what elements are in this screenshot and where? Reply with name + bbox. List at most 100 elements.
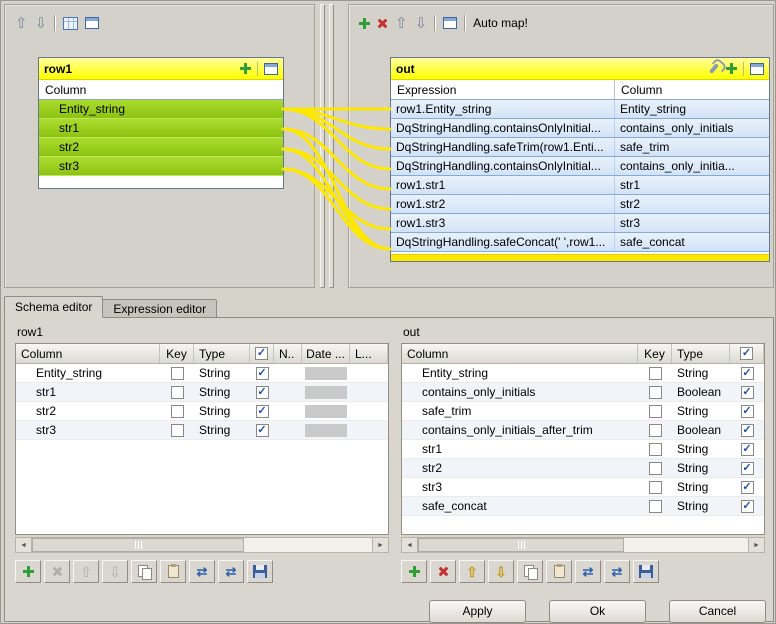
expression-cell[interactable]: row1.str1	[391, 176, 615, 194]
nullable-cell[interactable]: ✓	[730, 402, 764, 420]
output-row[interactable]: DqStringHandling.containsOnlyInitial... …	[391, 157, 769, 176]
vertical-splitter[interactable]	[329, 4, 334, 288]
checkbox-unchecked[interactable]	[171, 405, 184, 418]
move-up-icon[interactable]: ⇧	[395, 16, 408, 31]
type-cell[interactable]: String	[194, 383, 250, 401]
column-name-cell[interactable]: str3	[16, 421, 160, 439]
move-up-icon[interactable]: ⇧	[15, 16, 28, 31]
type-cell[interactable]: String	[194, 421, 250, 439]
column-cell[interactable]: contains_only_initials	[615, 119, 769, 137]
checkbox-checked[interactable]: ✓	[741, 386, 754, 399]
remove-column-button[interactable]	[44, 560, 70, 583]
output-row[interactable]: row1.Entity_string Entity_string	[391, 100, 769, 119]
type-cell[interactable]: String	[672, 440, 730, 458]
schema-row[interactable]: str1 String ✓	[402, 440, 764, 459]
add-column-button[interactable]	[15, 560, 41, 583]
checkbox-checked[interactable]: ✓	[256, 424, 269, 437]
column-name-cell[interactable]: safe_concat	[402, 497, 638, 515]
header-nullable-checkbox[interactable]: ✓	[730, 344, 764, 363]
export-schema-button[interactable]: ⇄	[604, 560, 630, 583]
output-row[interactable]: row1.str1 str1	[391, 176, 769, 195]
nullable-cell[interactable]: ✓	[250, 364, 274, 382]
checkbox-checked[interactable]: ✓	[255, 347, 268, 360]
expression-cell[interactable]: DqStringHandling.containsOnlyInitial...	[391, 157, 615, 175]
checkbox-checked[interactable]: ✓	[741, 367, 754, 380]
header-type[interactable]: Type	[672, 344, 730, 363]
checkbox-checked[interactable]: ✓	[741, 405, 754, 418]
checkbox-checked[interactable]: ✓	[741, 462, 754, 475]
column-cell[interactable]: safe_concat	[615, 233, 769, 251]
column-cell[interactable]: str1	[615, 176, 769, 194]
save-schema-button[interactable]	[247, 560, 273, 583]
import-schema-button[interactable]: ⇄	[575, 560, 601, 583]
remove-column-button[interactable]	[430, 560, 456, 583]
scrollbar-track[interactable]	[624, 538, 748, 552]
nullable-cell[interactable]: ✓	[250, 421, 274, 439]
type-cell[interactable]: Boolean	[672, 421, 730, 439]
key-cell[interactable]	[638, 459, 672, 477]
apply-button[interactable]: Apply	[429, 600, 526, 623]
ok-button[interactable]: Ok	[549, 600, 646, 623]
key-cell[interactable]	[638, 421, 672, 439]
auto-map-button[interactable]: Auto map!	[473, 16, 528, 30]
vertical-splitter[interactable]	[320, 4, 325, 288]
move-down-icon[interactable]: ⇩	[35, 16, 48, 31]
nullable-cell[interactable]: ✓	[250, 402, 274, 420]
add-output-icon[interactable]	[359, 18, 370, 29]
schema-row[interactable]: contains_only_initials_after_trim Boolea…	[402, 421, 764, 440]
schema-row[interactable]: Entity_string String ✓	[16, 364, 388, 383]
type-cell[interactable]: String	[672, 459, 730, 477]
scroll-right-icon[interactable]: ►	[748, 538, 764, 552]
move-down-button[interactable]: ⇩	[488, 560, 514, 583]
header-nullable[interactable]: N..	[274, 344, 302, 363]
checkbox-checked[interactable]: ✓	[741, 481, 754, 494]
checkbox-unchecked[interactable]	[171, 367, 184, 380]
checkbox-unchecked[interactable]	[649, 481, 662, 494]
column-name-cell[interactable]: str2	[16, 402, 160, 420]
column-name-cell[interactable]: str3	[402, 478, 638, 496]
output-row[interactable]: DqStringHandling.safeConcat(' ',row1... …	[391, 233, 769, 252]
scroll-left-icon[interactable]: ◄	[402, 538, 418, 552]
header-date-pattern[interactable]: Date ...	[302, 344, 350, 363]
add-icon[interactable]	[726, 63, 737, 74]
schema-row[interactable]: Entity_string String ✓	[402, 364, 764, 383]
checkbox-checked[interactable]: ✓	[741, 443, 754, 456]
checkbox-checked[interactable]: ✓	[741, 500, 754, 513]
key-cell[interactable]	[160, 364, 194, 382]
schema-row[interactable]: safe_concat String ✓	[402, 497, 764, 516]
key-cell[interactable]	[638, 440, 672, 458]
input-row[interactable]: Entity_string	[39, 100, 283, 119]
column-cell[interactable]: safe_trim	[615, 138, 769, 156]
expression-cell[interactable]: row1.str2	[391, 195, 615, 213]
column-cell[interactable]: str3	[615, 214, 769, 232]
minimize-table-icon[interactable]	[750, 63, 764, 75]
column-cell[interactable]: str2	[615, 195, 769, 213]
checkbox-unchecked[interactable]	[649, 424, 662, 437]
checkbox-checked[interactable]: ✓	[740, 347, 753, 360]
cancel-button[interactable]: Cancel	[669, 600, 766, 623]
column-name-cell[interactable]: str1	[16, 383, 160, 401]
key-cell[interactable]	[638, 478, 672, 496]
key-cell[interactable]	[638, 497, 672, 515]
type-cell[interactable]: Boolean	[672, 383, 730, 401]
column-name-cell[interactable]: Entity_string	[402, 364, 638, 382]
minimize-window-icon[interactable]	[443, 17, 457, 29]
add-icon[interactable]	[240, 63, 251, 74]
header-key[interactable]: Key	[638, 344, 672, 363]
add-column-button[interactable]	[401, 560, 427, 583]
key-cell[interactable]	[160, 383, 194, 401]
save-schema-button[interactable]	[633, 560, 659, 583]
expression-cell[interactable]: DqStringHandling.safeConcat(' ',row1...	[391, 233, 615, 251]
schema-row[interactable]: str3 String ✓	[16, 421, 388, 440]
expression-cell[interactable]: row1.str3	[391, 214, 615, 232]
expression-cell[interactable]: DqStringHandling.containsOnlyInitial...	[391, 119, 615, 137]
checkbox-checked[interactable]: ✓	[256, 367, 269, 380]
key-cell[interactable]	[160, 421, 194, 439]
length-cell[interactable]	[350, 402, 388, 420]
output-row[interactable]: DqStringHandling.safeTrim(row1.Enti... s…	[391, 138, 769, 157]
header-column[interactable]: Column	[402, 344, 638, 363]
checkbox-unchecked[interactable]	[649, 462, 662, 475]
type-cell[interactable]: String	[194, 402, 250, 420]
checkbox-checked[interactable]: ✓	[741, 424, 754, 437]
input-row[interactable]: str1	[39, 119, 283, 138]
